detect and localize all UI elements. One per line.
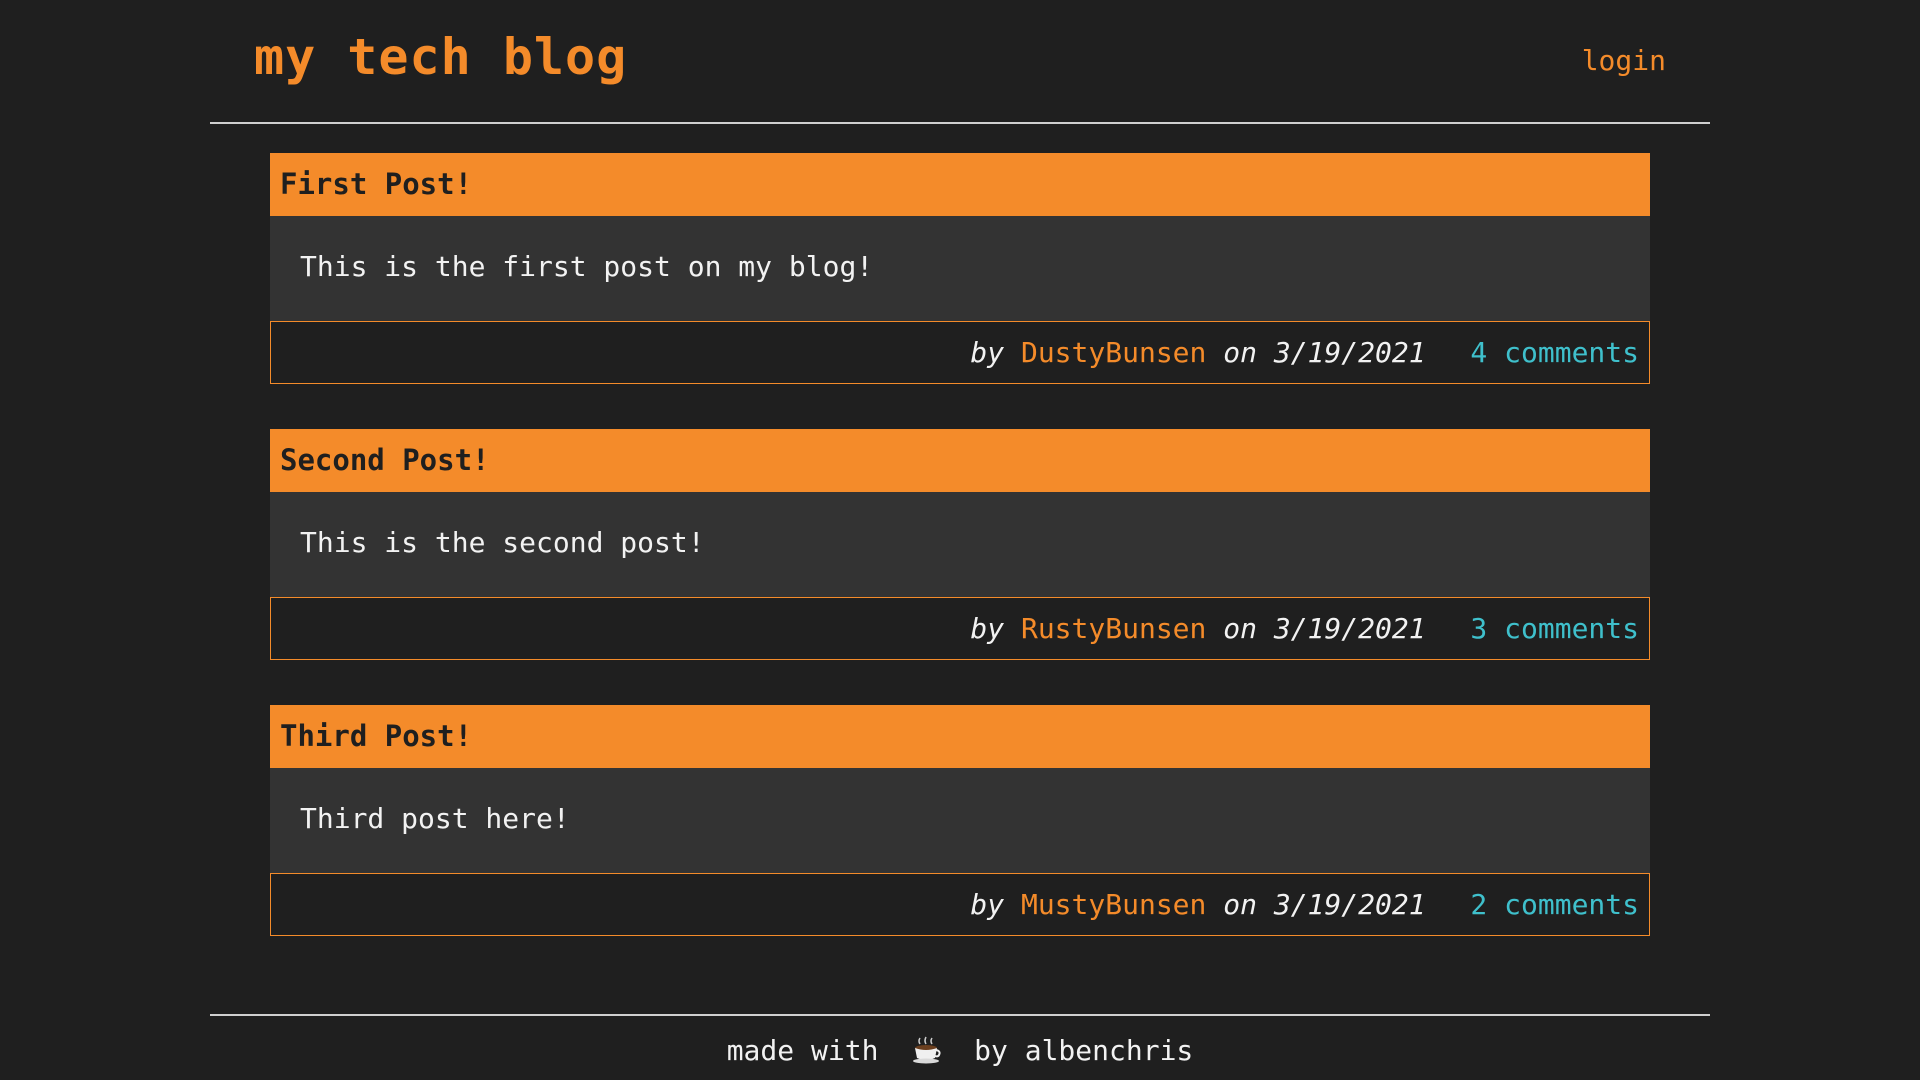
post-card: Third Post! Third post here! by MustyBun… bbox=[270, 705, 1650, 936]
post-meta: by DustyBunsen on 3/19/2021 4 comments bbox=[970, 336, 1639, 369]
on-label: on bbox=[1223, 336, 1257, 369]
post-content: Third post here! bbox=[300, 802, 570, 835]
post-meta-bar: by DustyBunsen on 3/19/2021 4 comments bbox=[270, 321, 1650, 384]
post-content: This is the first post on my blog! bbox=[300, 250, 874, 283]
footer-credit: made with by albenchris bbox=[727, 1034, 1194, 1067]
post-author: MustyBunsen bbox=[1020, 888, 1207, 921]
comments-link[interactable]: 3 comments bbox=[1470, 612, 1639, 645]
page: my tech blog login First Post! This is t… bbox=[0, 0, 1920, 1080]
post-title[interactable]: First Post! bbox=[280, 167, 472, 201]
post-meta-bar: by RustyBunsen on 3/19/2021 3 comments bbox=[270, 597, 1650, 660]
post-content: This is the second post! bbox=[300, 526, 705, 559]
login-link[interactable]: login bbox=[1582, 44, 1666, 77]
post-date: 3/19/2021 bbox=[1273, 612, 1426, 645]
post-author: DustyBunsen bbox=[1020, 336, 1207, 369]
coffee-icon bbox=[911, 1036, 941, 1064]
post-meta: by MustyBunsen on 3/19/2021 2 comments bbox=[970, 888, 1639, 921]
post-body: This is the first post on my blog! bbox=[270, 216, 1650, 321]
comments-link[interactable]: 2 comments bbox=[1470, 888, 1639, 921]
post-date: 3/19/2021 bbox=[1273, 336, 1426, 369]
on-label: on bbox=[1223, 612, 1257, 645]
footer-by-label: by bbox=[974, 1034, 1008, 1067]
post-meta-bar: by MustyBunsen on 3/19/2021 2 comments bbox=[270, 873, 1650, 936]
by-label: by bbox=[970, 612, 1005, 645]
site-footer: made with by albenchris bbox=[210, 1014, 1710, 1080]
post-title-bar[interactable]: Third Post! bbox=[270, 705, 1650, 768]
post-card: Second Post! This is the second post! by… bbox=[270, 429, 1650, 660]
post-author: RustyBunsen bbox=[1020, 612, 1207, 645]
post-title-bar[interactable]: First Post! bbox=[270, 153, 1650, 216]
by-label: by bbox=[970, 888, 1005, 921]
on-label: on bbox=[1223, 888, 1257, 921]
post-body: This is the second post! bbox=[270, 492, 1650, 597]
site-title[interactable]: my tech blog bbox=[254, 28, 627, 86]
post-title[interactable]: Third Post! bbox=[280, 719, 472, 753]
post-list: First Post! This is the first post on my… bbox=[270, 153, 1650, 981]
by-label: by bbox=[970, 336, 1005, 369]
comments-link[interactable]: 4 comments bbox=[1470, 336, 1639, 369]
post-meta: by RustyBunsen on 3/19/2021 3 comments bbox=[970, 612, 1639, 645]
site-header: my tech blog login bbox=[210, 0, 1710, 124]
post-body: Third post here! bbox=[270, 768, 1650, 873]
footer-author: albenchris bbox=[1024, 1034, 1194, 1067]
post-title[interactable]: Second Post! bbox=[280, 443, 490, 477]
post-title-bar[interactable]: Second Post! bbox=[270, 429, 1650, 492]
post-card: First Post! This is the first post on my… bbox=[270, 153, 1650, 384]
made-with-label: made with bbox=[726, 1034, 879, 1067]
post-date: 3/19/2021 bbox=[1273, 888, 1426, 921]
